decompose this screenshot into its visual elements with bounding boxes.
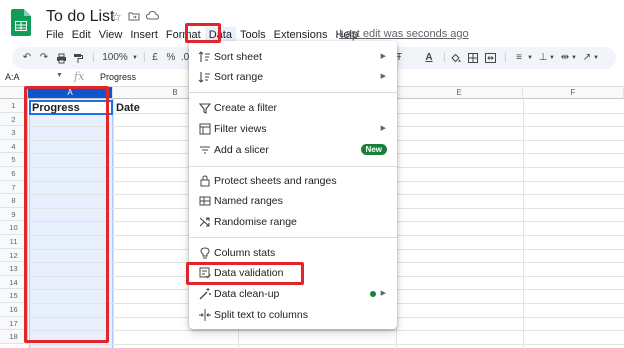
menu-item-randomise-range[interactable]: Randomise range xyxy=(189,212,397,232)
print-icon[interactable] xyxy=(54,50,68,66)
column-header-e-visible[interactable]: E xyxy=(396,87,523,99)
move-folder-icon[interactable] xyxy=(128,10,140,25)
menu-edit[interactable]: Edit xyxy=(68,27,95,43)
paint-format-icon[interactable] xyxy=(71,50,85,66)
sort-icon xyxy=(198,50,212,64)
formula-input[interactable]: Progress xyxy=(100,72,136,82)
menu-item-protect-sheets[interactable]: Protect sheets and ranges xyxy=(189,171,397,191)
data-menu-dropdown: Sort sheet ▶ Sort range ▶ Create a filte… xyxy=(189,41,397,329)
gridline xyxy=(523,99,524,348)
gridline xyxy=(113,99,114,348)
gridline xyxy=(28,330,624,332)
menu-separator xyxy=(189,166,397,167)
name-box-chevron-down-icon[interactable]: ▼ xyxy=(56,72,63,79)
menu-insert[interactable]: Insert xyxy=(126,27,162,43)
submenu-arrow-icon: ▶ xyxy=(380,290,386,297)
wrap-chevron-down-icon[interactable]: ▼ xyxy=(570,50,578,66)
filter-icon xyxy=(198,101,212,115)
filter-views-icon xyxy=(198,122,212,136)
text-color-icon[interactable]: A xyxy=(423,50,435,66)
undo-icon[interactable]: ↶ xyxy=(20,50,34,66)
highlight-data-validation xyxy=(186,262,304,285)
borders-icon[interactable] xyxy=(467,50,479,66)
submenu-arrow-icon: ▶ xyxy=(380,53,386,60)
shuffle-icon xyxy=(198,215,212,229)
document-title[interactable]: To do List xyxy=(46,8,114,26)
menu-item-column-stats[interactable]: Column stats xyxy=(189,243,397,263)
cloud-status-icon[interactable] xyxy=(145,10,159,25)
redo-icon[interactable]: ↷ xyxy=(37,50,51,66)
fill-color-icon[interactable] xyxy=(449,50,461,66)
menu-item-split-text[interactable]: Split text to columns xyxy=(189,305,397,325)
new-badge: New xyxy=(360,144,387,155)
sort-range-icon xyxy=(198,70,212,84)
submenu-arrow-icon: ▶ xyxy=(380,125,386,132)
menu-item-sort-sheet[interactable]: Sort sheet ▶ xyxy=(189,47,397,67)
highlight-data-menu xyxy=(185,23,221,43)
align-chevron-down-icon[interactable]: ▼ xyxy=(526,50,534,66)
currency-format-button[interactable]: £ xyxy=(149,50,161,66)
new-feature-dot xyxy=(370,291,376,297)
cell-b1[interactable]: Date xyxy=(116,102,140,114)
menu-item-add-slicer[interactable]: Add a slicer New xyxy=(189,140,397,160)
valign-chevron-down-icon[interactable]: ▼ xyxy=(548,50,556,66)
percent-format-button[interactable]: % xyxy=(165,50,177,66)
slicer-icon xyxy=(198,143,212,157)
menu-separator xyxy=(189,92,397,93)
lock-icon xyxy=(198,174,212,188)
rotation-chevron-down-icon[interactable]: ▼ xyxy=(592,50,600,66)
name-box[interactable]: A:A xyxy=(5,72,20,82)
split-columns-icon xyxy=(198,308,212,322)
last-edit-link[interactable]: Last edit was seconds ago xyxy=(339,28,469,40)
star-icon[interactable]: ☆ xyxy=(111,10,122,25)
menu-item-create-filter[interactable]: Create a filter xyxy=(189,98,397,118)
column-header-f[interactable]: F xyxy=(523,87,624,99)
zoom-select[interactable]: 100% xyxy=(100,50,130,66)
fx-icon: fx xyxy=(74,70,85,83)
submenu-arrow-icon: ▶ xyxy=(380,73,386,80)
merge-cells-icon[interactable] xyxy=(484,50,496,66)
lightbulb-icon xyxy=(198,246,212,260)
highlight-column-a xyxy=(24,86,109,343)
menu-file[interactable]: File xyxy=(42,27,68,43)
menu-view[interactable]: View xyxy=(95,27,127,43)
menu-item-data-clean-up[interactable]: Data clean-up ▶ xyxy=(189,284,397,304)
menu-item-named-ranges[interactable]: Named ranges xyxy=(189,191,397,211)
menu-separator xyxy=(189,237,397,238)
menu-item-filter-views[interactable]: Filter views ▶ xyxy=(189,119,397,139)
named-ranges-icon xyxy=(198,194,212,208)
horizontal-align-icon[interactable]: ≡ xyxy=(511,50,527,66)
zoom-chevron-down-icon[interactable]: ▼ xyxy=(131,50,139,66)
title-bar: To do List ☆ File Edit View Insert Forma… xyxy=(0,0,624,44)
sheets-logo-icon[interactable] xyxy=(11,9,31,36)
title-icons: ☆ xyxy=(111,10,159,25)
gridline xyxy=(28,343,624,345)
menu-item-sort-range[interactable]: Sort range ▶ xyxy=(189,67,397,87)
magic-wand-icon xyxy=(198,287,212,301)
